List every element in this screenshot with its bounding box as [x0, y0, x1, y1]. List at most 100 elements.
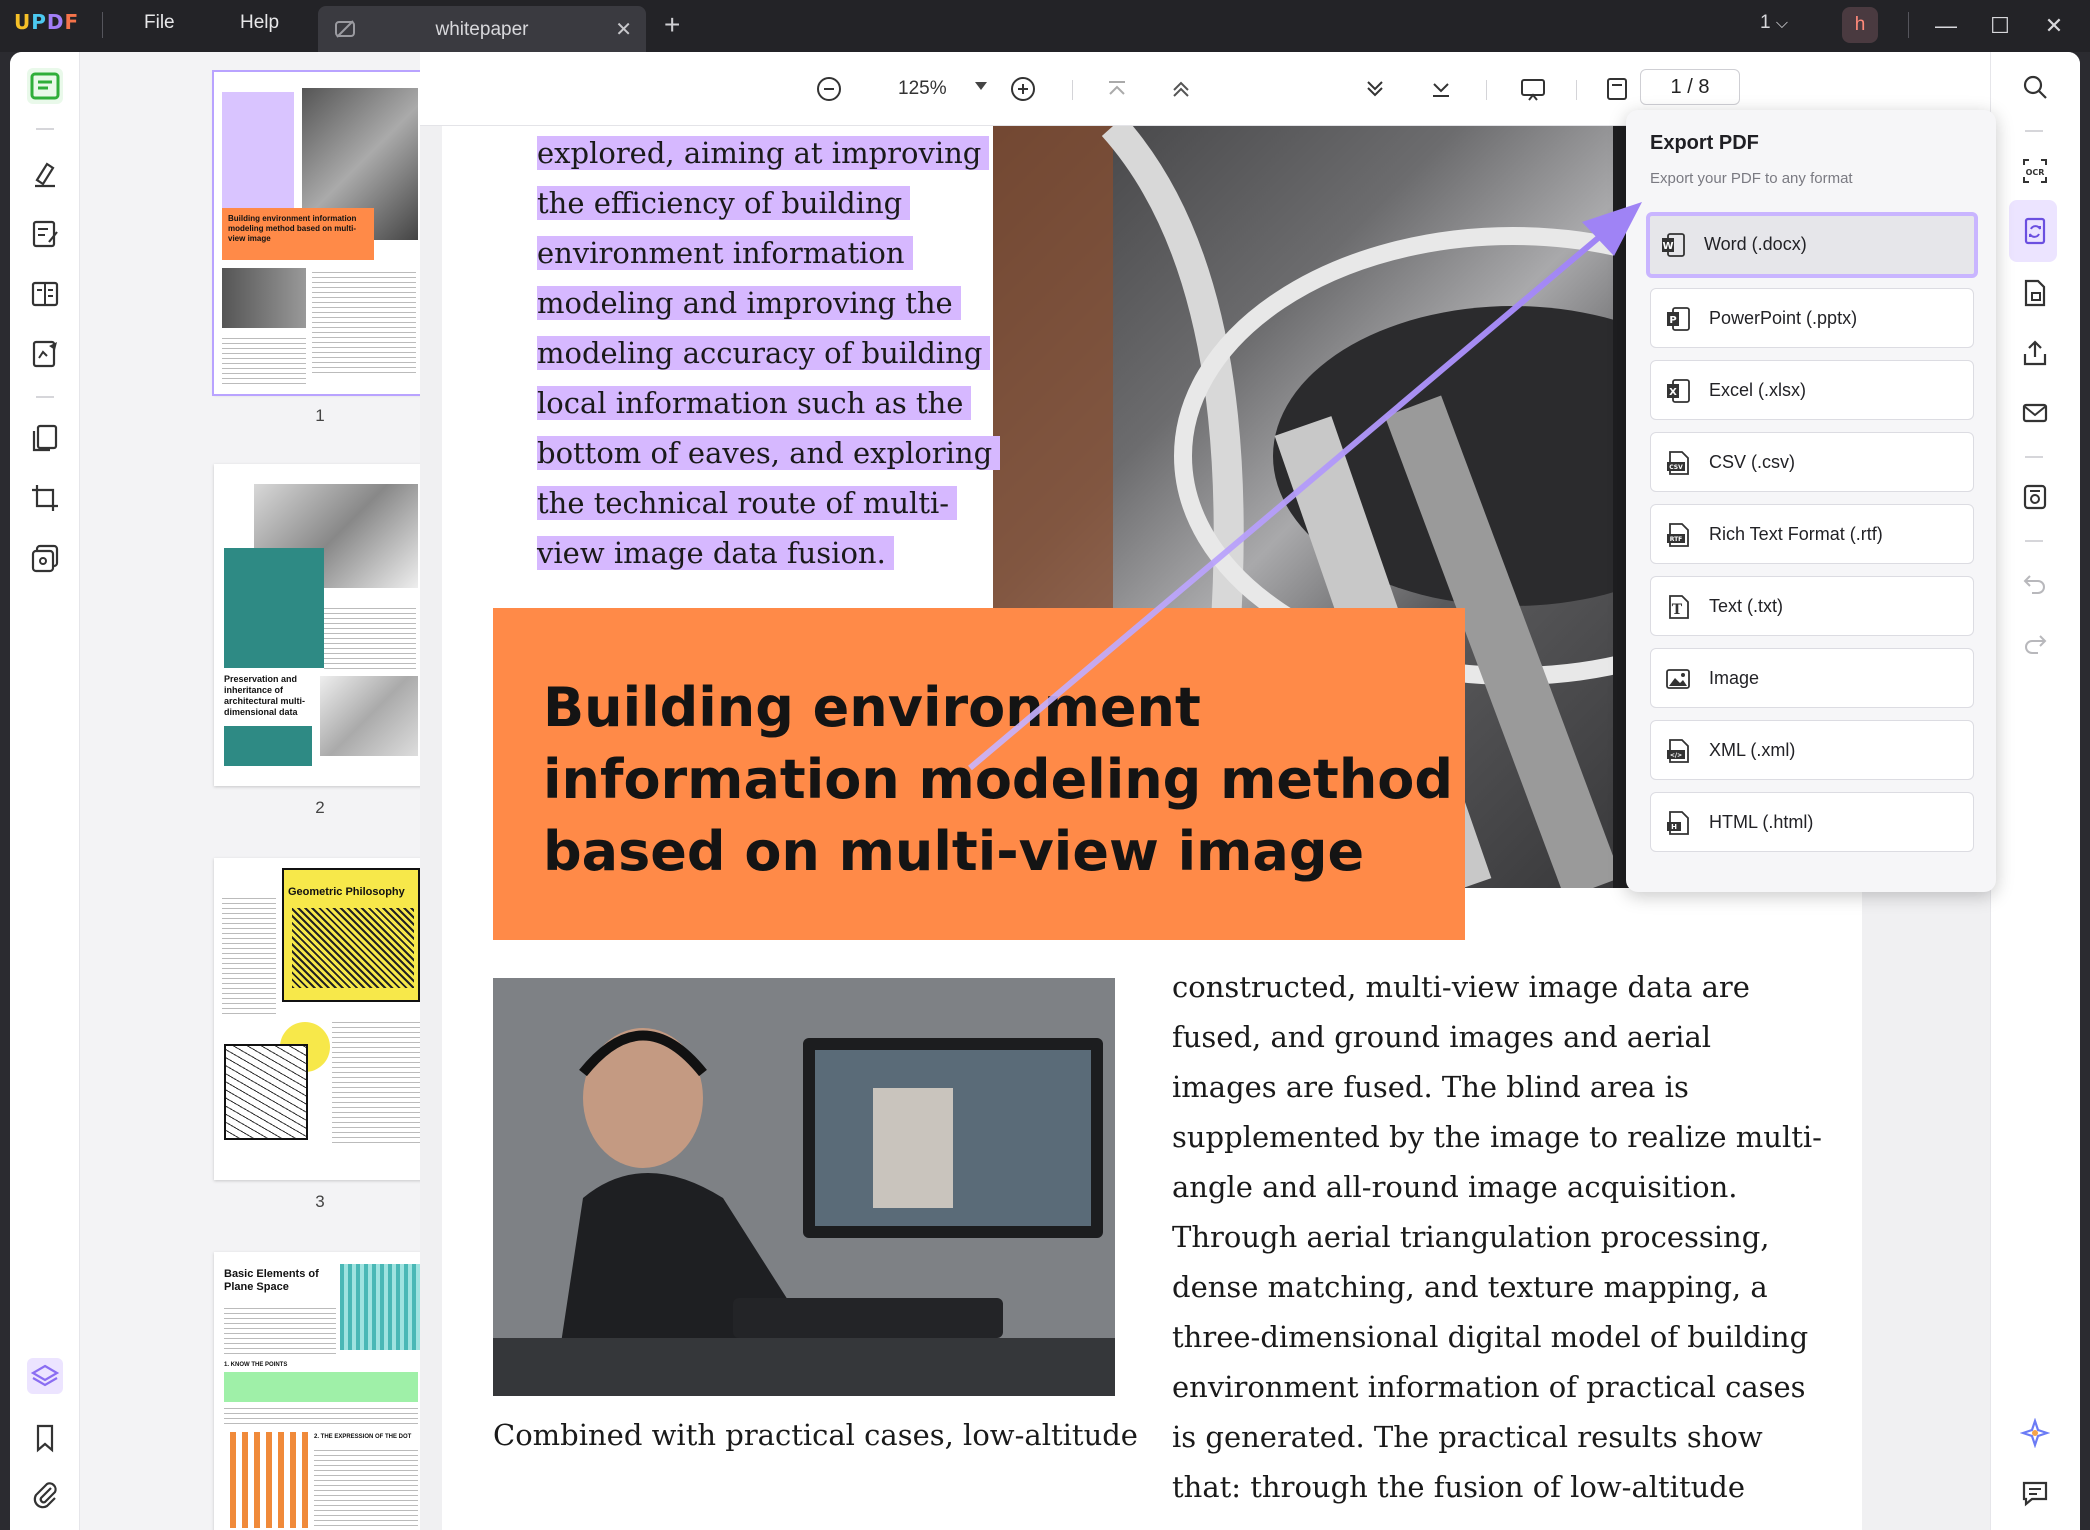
email-icon[interactable]: [2020, 398, 2050, 428]
svg-text:</>: </>: [1670, 752, 1682, 759]
export-option-excel[interactable]: X Excel (.xlsx): [1650, 360, 1974, 420]
thumbnail-photo: [224, 1044, 308, 1140]
text-line[interactable]: dense matching, and texture mapping, a: [1172, 1262, 1822, 1312]
attachment-icon[interactable]: [29, 1478, 61, 1510]
close-icon[interactable]: ✕: [615, 17, 632, 42]
text-line[interactable]: supplemented by the image to realize mul…: [1172, 1112, 1822, 1162]
presentation-icon[interactable]: [1518, 74, 1548, 104]
highlighted-line: the technical route of multi-: [537, 478, 1000, 528]
section-title[interactable]: Building environment information modelin…: [543, 672, 1453, 888]
thumbnail-block: [224, 726, 312, 766]
protect-icon[interactable]: [29, 542, 61, 574]
comment-list-icon[interactable]: [2020, 1478, 2050, 1508]
main-window: Building environment information modelin…: [10, 52, 2080, 1530]
text-line[interactable]: Through aerial triangulation processing,: [1172, 1212, 1822, 1262]
thumbnail-photo: [224, 1432, 308, 1528]
text-line[interactable]: environment information of practical cas…: [1172, 1362, 1822, 1412]
body-text-left[interactable]: Combined with practical cases, low-altit…: [493, 1410, 1143, 1460]
export-option-image[interactable]: Image: [1650, 648, 1974, 708]
svg-text:RTF: RTF: [1670, 536, 1683, 543]
highlighted-text[interactable]: local information such as the: [537, 386, 972, 420]
edit-pdf-icon[interactable]: [29, 218, 61, 250]
save-icon[interactable]: [2020, 482, 2050, 512]
svg-text:X: X: [1669, 387, 1677, 398]
reader-mode-icon[interactable]: [27, 68, 63, 104]
minimize-icon[interactable]: —: [1926, 6, 1966, 46]
export-option-csv[interactable]: CSV CSV (.csv): [1650, 432, 1974, 492]
window-count-dropdown[interactable]: 1 ⌵: [1760, 12, 1788, 34]
tab-whitepaper[interactable]: whitepaper ✕: [318, 6, 646, 52]
avatar[interactable]: h: [1842, 7, 1878, 43]
page-thumbnail-1[interactable]: Building environment information modelin…: [212, 70, 428, 396]
text-line[interactable]: images are fused. The blind area is: [1172, 1062, 1822, 1112]
highlighted-text[interactable]: explored, aiming at improving: [537, 136, 990, 170]
highlighted-text[interactable]: bottom of eaves, and exploring: [537, 436, 1001, 470]
export-option-label: Excel (.xlsx): [1709, 380, 1807, 400]
zoom-in-icon[interactable]: [1008, 74, 1038, 104]
highlighted-text[interactable]: environment information: [537, 236, 913, 270]
divider: [36, 396, 54, 398]
thumbnail-title: Building environment information modelin…: [222, 208, 374, 260]
export-option-word[interactable]: W Word (.docx): [1646, 212, 1978, 278]
highlighted-line: explored, aiming at improving: [537, 128, 1000, 178]
divider: [102, 12, 103, 38]
share-icon[interactable]: [2020, 338, 2050, 368]
layers-icon[interactable]: [27, 1358, 63, 1394]
svg-text:W: W: [1662, 241, 1673, 252]
fill-sign-icon[interactable]: [29, 338, 61, 370]
export-option-xml[interactable]: </> XML (.xml): [1650, 720, 1974, 780]
text-line[interactable]: constructed, multi-view image data are: [1172, 962, 1822, 1012]
svg-text:H: H: [1671, 823, 1677, 831]
thumbnail-panel: Building environment information modelin…: [80, 52, 428, 1530]
ai-assistant-icon[interactable]: [2020, 1418, 2050, 1448]
text-line[interactable]: that: through the fusion of low-altitude: [1172, 1462, 1822, 1512]
thumbnail-text: [314, 1446, 418, 1526]
page-thumbnail-3[interactable]: Geometric Philosophy: [214, 858, 426, 1180]
redo-icon[interactable]: [2020, 628, 2050, 658]
thumbnail-text: [332, 1018, 420, 1146]
ocr-icon[interactable]: OCR: [2020, 156, 2050, 186]
highlighted-text[interactable]: modeling and improving the: [537, 286, 961, 320]
export-option-rtf[interactable]: RTF Rich Text Format (.rtf): [1650, 504, 1974, 564]
crop-icon[interactable]: [29, 482, 61, 514]
highlighted-line: local information such as the: [537, 378, 1000, 428]
plus-icon[interactable]: +: [664, 9, 680, 41]
zoom-level[interactable]: 125%: [898, 78, 947, 100]
menu-file[interactable]: File: [144, 12, 175, 34]
zoom-out-icon[interactable]: [814, 74, 844, 104]
comment-pen-icon[interactable]: [29, 158, 61, 190]
next-page-icon[interactable]: [1360, 74, 1390, 104]
convert-icon[interactable]: [2020, 216, 2050, 246]
highlighted-text[interactable]: view image data fusion.: [537, 536, 894, 570]
highlighted-text[interactable]: the technical route of multi-: [537, 486, 958, 520]
highlighted-text[interactable]: modeling accuracy of building: [537, 336, 991, 370]
page-thumbnail-4[interactable]: Basic Elements of Plane Space 1. KNOW TH…: [214, 1252, 426, 1530]
page-number-input[interactable]: 1 / 8: [1640, 69, 1740, 105]
text-line[interactable]: three-dimensional digital model of build…: [1172, 1312, 1822, 1362]
undo-icon[interactable]: [2020, 568, 2050, 598]
last-page-icon[interactable]: [1426, 74, 1456, 104]
organize-pages-icon[interactable]: [29, 422, 61, 454]
export-option-html[interactable]: H HTML (.html): [1650, 792, 1974, 852]
thumbnail-text: [222, 334, 306, 384]
export-option-text[interactable]: T Text (.txt): [1650, 576, 1974, 636]
export-option-powerpoint[interactable]: P PowerPoint (.pptx): [1650, 288, 1974, 348]
first-page-icon[interactable]: [1102, 74, 1132, 104]
text-line[interactable]: angle and all-round image acquisition.: [1172, 1162, 1822, 1212]
search-icon[interactable]: [2020, 72, 2050, 102]
bookmark-icon[interactable]: [29, 1422, 61, 1454]
export-option-label: Word (.docx): [1704, 234, 1807, 254]
text-line[interactable]: is generated. The practical results show: [1172, 1412, 1822, 1462]
maximize-icon[interactable]: ☐: [1980, 6, 2020, 46]
close-window-icon[interactable]: ✕: [2034, 6, 2074, 46]
highlighted-text[interactable]: the efficiency of building: [537, 186, 911, 220]
form-icon[interactable]: [29, 278, 61, 310]
protect-file-icon[interactable]: [2020, 278, 2050, 308]
page-display-icon[interactable]: [1602, 74, 1632, 104]
page-thumbnail-2[interactable]: Preservation and inheritance of architec…: [214, 464, 426, 786]
text-line[interactable]: fused, and ground images and aerial: [1172, 1012, 1822, 1062]
divider: [2025, 130, 2043, 132]
previous-page-icon[interactable]: [1166, 74, 1196, 104]
menu-help[interactable]: Help: [240, 12, 279, 34]
chevron-down-icon[interactable]: [975, 82, 987, 90]
